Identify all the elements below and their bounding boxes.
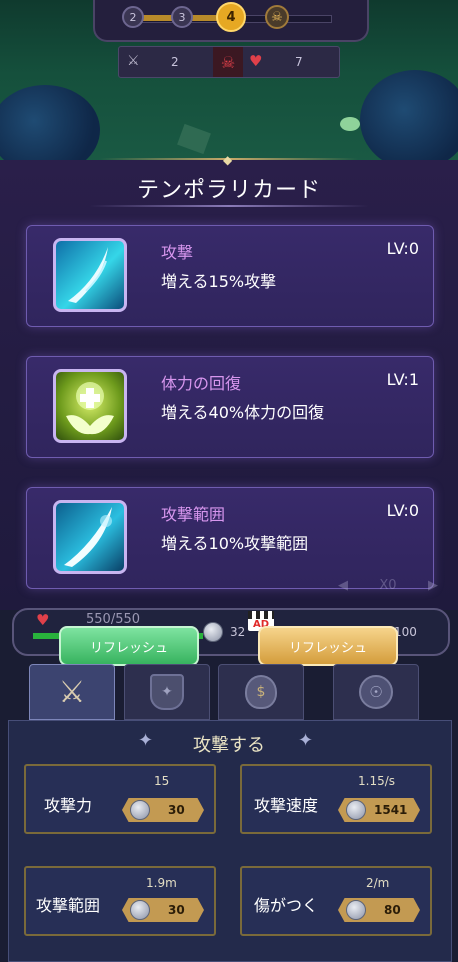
upgrade-name: 攻撃力	[44, 796, 93, 815]
upgrade-attack-power[interactable]: 15 攻撃力 30	[24, 764, 216, 834]
card-level: LV:0	[386, 501, 419, 520]
diamond-ornament-icon: ◆	[223, 153, 233, 167]
reroll-counter: ◀ X0 ▶	[338, 573, 438, 597]
upgrade-cost: 30	[168, 903, 185, 917]
lives-count: 7	[295, 55, 303, 69]
upgrade-attack-speed[interactable]: 1.15/s 攻撃速度 1541	[240, 764, 432, 834]
refresh-ad-button[interactable]: リフレッシュ	[258, 626, 398, 666]
card-level: LV:0	[386, 239, 419, 258]
heart-icon: ♥	[249, 52, 263, 70]
boss-skull-icon: ☠	[265, 5, 289, 29]
refresh-free-button[interactable]: リフレッシュ	[59, 626, 199, 666]
heal-hands-icon	[53, 369, 127, 443]
card-description: 増える10%攻撃範囲	[161, 534, 309, 553]
rock-icon	[177, 123, 211, 155]
card-name: 攻撃	[161, 243, 194, 262]
coin-icon	[346, 800, 366, 820]
range-slash-icon	[53, 500, 127, 574]
upgrade-name: 傷がつく	[254, 896, 319, 915]
clapper-icon	[248, 611, 274, 619]
coin-icon	[130, 900, 150, 920]
tab-economy[interactable]: $	[218, 664, 304, 720]
upgrade-cost: 80	[384, 903, 401, 917]
section-title: 攻撃する	[193, 735, 265, 756]
card-level: LV:1	[386, 370, 419, 389]
temporary-card-attack[interactable]: 攻撃 LV:0 増える15%攻撃	[26, 225, 434, 327]
money-bag-icon: $	[245, 675, 277, 709]
tab-defense[interactable]: ✦	[124, 664, 210, 720]
card-name: 攻撃範囲	[161, 505, 226, 524]
heart-icon: ♥	[36, 611, 50, 629]
skull-icon: ☠	[213, 47, 243, 77]
reroll-count: X0	[379, 577, 397, 593]
upgrade-cost: 30	[168, 803, 185, 817]
arrow-right-icon[interactable]: ▶	[428, 578, 438, 593]
panel-title: テンポラリカード	[136, 178, 321, 203]
upgrade-name: 攻撃速度	[254, 796, 319, 815]
stage-dot: 2	[122, 6, 144, 28]
coin-icon	[203, 622, 223, 642]
upgrade-value: 1.9m	[146, 876, 177, 890]
arrow-left-icon[interactable]: ◀	[338, 578, 348, 593]
crossed-swords-icon: ⚔	[58, 674, 86, 710]
coin-icon	[130, 800, 150, 820]
slash-icon	[53, 238, 127, 312]
hero-icon: ☉	[359, 675, 393, 709]
tab-hero[interactable]: ☉	[333, 664, 419, 720]
sword-icon: ⚔	[127, 53, 140, 69]
upgrade-name: 攻撃範囲	[36, 896, 101, 915]
hp-text: 550/550	[86, 612, 141, 627]
tree-right	[360, 70, 458, 165]
card-description: 増える15%攻撃	[161, 272, 277, 291]
stage-dot: 3	[171, 6, 193, 28]
title-ornament-bottom	[90, 205, 368, 207]
coin-icon	[346, 900, 366, 920]
card-description: 増える40%体力の回復	[161, 403, 325, 422]
tree-left	[0, 85, 100, 165]
upgrade-bleed[interactable]: 2/m 傷がつく 80	[240, 866, 432, 936]
card-name: 体力の回復	[161, 374, 242, 393]
upgrade-attack-range[interactable]: 1.9m 攻撃範囲 30	[24, 866, 216, 936]
upgrade-value: 1.15/s	[358, 774, 396, 788]
battle-stats-bar: ⚔ 2 ☠ ♥ 7	[118, 46, 340, 78]
upgrade-cost: 1541	[374, 803, 408, 817]
temporary-card-hp-recovery[interactable]: 体力の回復 LV:1 増える40%体力の回復	[26, 356, 434, 458]
shield-wheat-icon: ✦	[150, 674, 184, 710]
tab-attack[interactable]: ⚔	[29, 664, 115, 720]
upgrade-value: 2/m	[366, 876, 390, 890]
stage-dot-current: 4	[216, 2, 246, 32]
coin-count: 32	[230, 625, 246, 639]
upgrade-value: 15	[154, 774, 170, 788]
kill-count: 2	[171, 55, 179, 69]
stage-progress-panel: 2 3 4 ☠	[93, 0, 369, 42]
slime-enemy	[340, 117, 360, 131]
